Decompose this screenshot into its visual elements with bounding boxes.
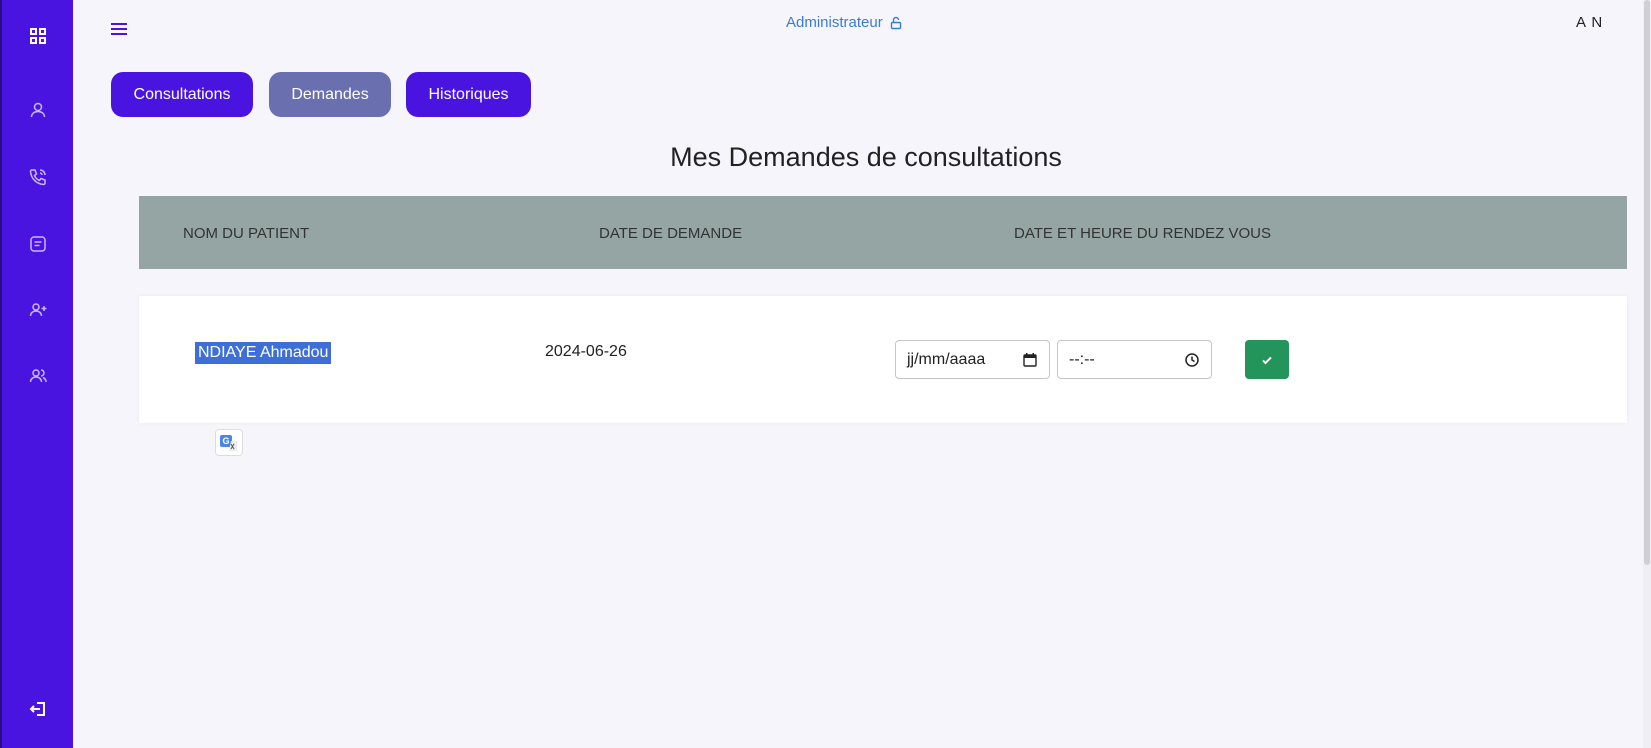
admin-link[interactable]: Administrateur — [786, 14, 903, 31]
confirm-button[interactable] — [1245, 340, 1289, 379]
calendar-icon[interactable] — [1022, 352, 1038, 368]
request-date: 2024-06-26 — [545, 343, 627, 360]
appointment-date-input[interactable]: jj/mm/aaaa — [895, 340, 1050, 379]
page-title: Mes Demandes de consultations — [670, 142, 1062, 172]
dashboard-icon[interactable] — [26, 24, 50, 48]
user-initials[interactable]: A N — [1576, 14, 1603, 31]
column-patient-name: NOM DU PATIENT — [183, 225, 310, 242]
translate-icon[interactable]: G — [215, 429, 243, 456]
check-icon — [1262, 356, 1272, 364]
scrollbar-thumb[interactable] — [1644, 0, 1650, 565]
column-appointment: DATE ET HEURE DU RENDEZ VOUS — [1014, 225, 1271, 242]
appointment-time-input[interactable]: --:-- — [1057, 340, 1212, 379]
sidebar — [0, 0, 73, 748]
user-icon[interactable] — [26, 98, 50, 122]
patient-name: NDIAYE Ahmadou — [195, 342, 332, 364]
time-placeholder: --:-- — [1069, 350, 1095, 368]
scrollbar[interactable] — [1643, 0, 1651, 748]
date-placeholder: jj/mm/aaaa — [907, 350, 986, 368]
tab-historiques[interactable]: Historiques — [406, 72, 531, 117]
clock-icon[interactable] — [1184, 352, 1200, 368]
table-header: NOM DU PATIENT DATE DE DEMANDE DATE ET H… — [139, 196, 1627, 269]
admin-label: Administrateur — [786, 14, 883, 31]
column-request-date: DATE DE DEMANDE — [599, 225, 743, 242]
message-icon[interactable] — [26, 232, 50, 256]
add-user-icon[interactable] — [26, 298, 50, 322]
tab-consultations[interactable]: Consultations — [111, 72, 253, 117]
hamburger-menu-icon[interactable] — [108, 18, 130, 40]
table-row: NDIAYE Ahmadou 2024-06-26 jj/mm/aaaa --:… — [139, 296, 1627, 423]
unlock-icon — [890, 16, 901, 29]
logout-icon[interactable] — [26, 697, 50, 721]
tab-demandes[interactable]: Demandes — [269, 72, 391, 117]
svg-text:G: G — [222, 436, 229, 446]
users-icon[interactable] — [26, 364, 50, 388]
